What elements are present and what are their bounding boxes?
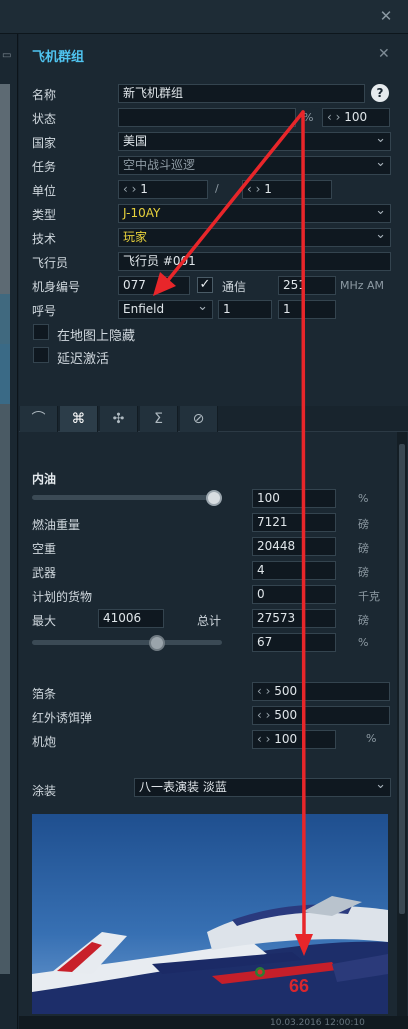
help-icon[interactable]: ? <box>371 84 389 102</box>
callsign-number-1[interactable]: 1 <box>218 300 272 319</box>
pilot-input[interactable]: 飞行员 #001 <box>118 252 391 271</box>
country-label: 国家 <box>32 136 57 150</box>
left-map-tile <box>0 404 10 974</box>
max-label: 最大 <box>32 614 57 628</box>
empty-weight-unit: 磅 <box>358 542 369 555</box>
weapons-weight-unit: 磅 <box>358 566 369 579</box>
drone-icon: ✣ <box>112 411 125 427</box>
empty-weight-label: 空重 <box>32 542 57 556</box>
status-stepper-value: 100 <box>344 110 368 124</box>
gun-unit: % <box>366 732 377 745</box>
mission-time: 10.03.2016 12:00:10 <box>270 1018 365 1028</box>
status-label: 状态 <box>32 112 57 126</box>
fuel-slider[interactable] <box>32 495 222 500</box>
tab-drone[interactable]: ✣ <box>100 406 138 432</box>
name-label: 名称 <box>32 88 57 102</box>
chaff-stepper[interactable]: ‹ › 500 <box>252 682 390 701</box>
skill-select[interactable]: 玩家 <box>118 228 391 247</box>
left-map-tile <box>0 344 10 404</box>
group-name-input[interactable]: 新飞机群组 <box>118 84 365 103</box>
fuel-percent-input[interactable]: 100 <box>252 489 336 508</box>
total-label: 总计 <box>197 614 222 628</box>
total-weight-input: 27573 <box>252 609 336 628</box>
status-input[interactable] <box>118 108 296 127</box>
task-select[interactable]: 空中战斗巡逻 <box>118 156 391 175</box>
load-slider-knob <box>148 635 165 651</box>
total-weight-unit: 磅 <box>358 614 369 627</box>
unit-left-value: 1 <box>140 182 148 196</box>
fuel-slider-knob[interactable] <box>206 490 222 506</box>
flare-value: 500 <box>274 708 298 722</box>
unit-right-stepper[interactable]: ‹ › 1 <box>242 180 332 199</box>
window-titlebar <box>0 0 408 34</box>
tail-number-input[interactable]: 077 <box>118 276 190 295</box>
cargo-label: 计划的货物 <box>32 590 93 604</box>
livery-preview-image: 66 <box>32 814 388 1014</box>
dialog-title: 飞机群组 <box>32 50 85 65</box>
summary-icon: Σ <box>154 411 163 427</box>
left-map-tile <box>0 84 10 294</box>
chaff-value: 500 <box>274 684 298 698</box>
gun-label: 机炮 <box>32 735 57 749</box>
forbidden-icon: ⊘ <box>192 411 205 427</box>
weapons-label: 武器 <box>32 566 57 580</box>
fuel-weight-input[interactable]: 7121 <box>252 513 336 532</box>
tab-forbidden[interactable]: ⊘ <box>180 406 218 432</box>
tab-payload[interactable]: ⌘ <box>60 406 98 432</box>
late-activation-checkbox[interactable] <box>33 347 49 363</box>
frequency-unit: MHz AM <box>340 279 385 292</box>
close-icon[interactable]: ✕ <box>378 46 390 62</box>
gun-stepper[interactable]: ‹ › 100 <box>252 730 336 749</box>
tail-number-art: 66 <box>289 976 309 996</box>
cargo-unit: 千克 <box>358 590 380 603</box>
flare-label: 红外诱饵弹 <box>32 711 93 725</box>
hide-on-map-label: 在地图上隐藏 <box>57 329 136 344</box>
country-select[interactable]: 美国 <box>118 132 391 151</box>
livery-label: 涂装 <box>32 784 57 798</box>
tab-summary[interactable]: Σ <box>140 406 178 432</box>
late-activation-label: 延迟激活 <box>57 352 110 367</box>
chaff-label: 箔条 <box>32 687 57 701</box>
unit-slash: / <box>215 182 219 195</box>
cargo-input[interactable]: 0 <box>252 585 336 604</box>
callsign-select[interactable]: Enfield <box>118 300 213 319</box>
unit-right-value: 1 <box>264 182 272 196</box>
flare-stepper[interactable]: ‹ › 500 <box>252 706 390 725</box>
left-map-tile <box>0 294 10 344</box>
gun-value: 100 <box>274 732 298 746</box>
skill-label: 技术 <box>32 232 57 246</box>
weapons-weight-input: 4 <box>252 561 336 580</box>
payload-icon: ⌘ <box>71 411 86 427</box>
tail-number-label: 机身编号 <box>32 280 81 294</box>
status-unit: % <box>303 111 314 124</box>
fuel-weight-unit: 磅 <box>358 518 369 531</box>
callsign-label: 呼号 <box>32 304 57 318</box>
fuel-weight-label: 燃油重量 <box>32 518 81 532</box>
load-slider <box>32 640 222 645</box>
livery-select[interactable]: 八一表演装 淡蓝 <box>134 778 391 797</box>
task-label: 任务 <box>32 160 57 174</box>
max-weight-input: 41006 <box>98 609 164 628</box>
comm-label: 通信 <box>222 280 247 294</box>
comm-checkbox[interactable]: ✓ <box>197 277 213 293</box>
collapse-icon[interactable]: ▭ <box>2 50 11 61</box>
internal-fuel-title: 内油 <box>32 472 57 486</box>
fuel-percent-unit: % <box>358 492 369 505</box>
callsign-number-2[interactable]: 1 <box>278 300 336 319</box>
type-select[interactable]: J-10AY <box>118 204 391 223</box>
pilot-label: 飞行员 <box>32 256 69 270</box>
tab-route[interactable]: ⌒ <box>20 406 58 432</box>
hide-on-map-checkbox[interactable] <box>33 324 49 340</box>
status-stepper[interactable]: ‹ › 100 <box>322 108 390 127</box>
load-percent-unit: % <box>358 636 369 649</box>
frequency-input[interactable]: 251 <box>278 276 336 295</box>
unit-label: 单位 <box>32 184 57 198</box>
load-percent-input: 67 <box>252 633 336 652</box>
scrollbar-thumb[interactable] <box>399 444 405 914</box>
route-icon: ⌒ <box>31 411 46 427</box>
close-icon[interactable]: ✕ <box>378 8 394 24</box>
empty-weight-input: 20448 <box>252 537 336 556</box>
unit-left-stepper[interactable]: ‹ › 1 <box>118 180 208 199</box>
type-label: 类型 <box>32 208 57 222</box>
